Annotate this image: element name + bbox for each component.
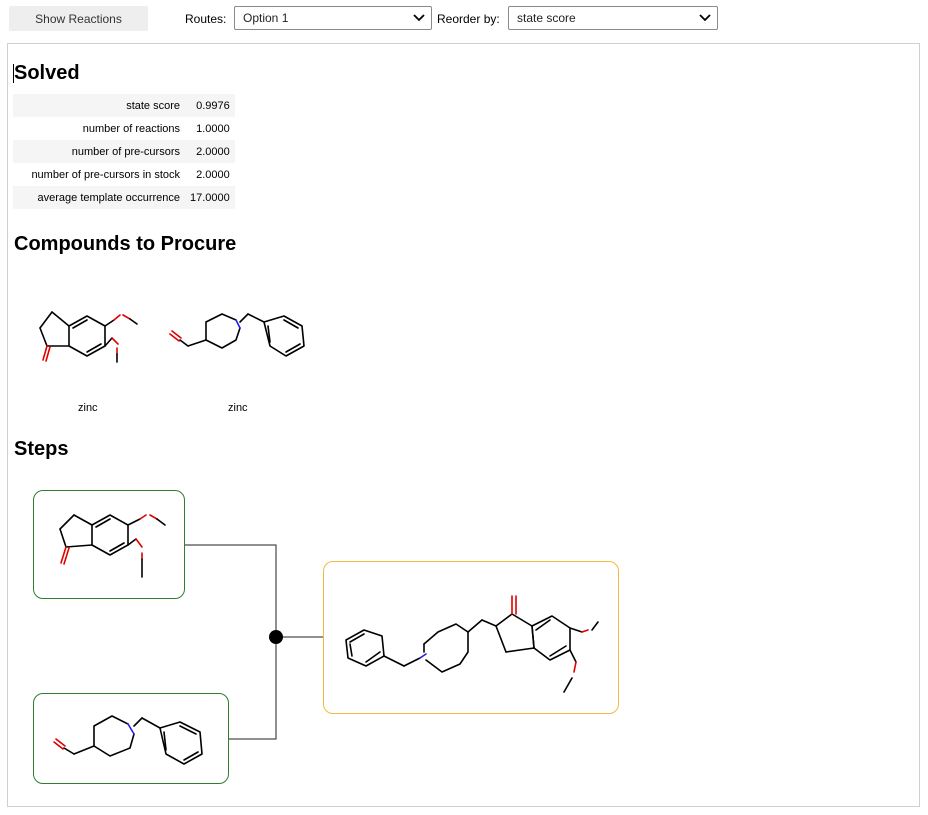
stat-value: 2.0000 xyxy=(185,140,235,163)
table-row: number of pre-cursors 2.0000 xyxy=(13,140,235,163)
routes-select-value: Option 1 xyxy=(243,11,289,25)
toolbar: Show Reactions Routes: Option 1 Reorder … xyxy=(0,0,928,40)
reorder-label: Reorder by: xyxy=(437,12,500,26)
compound-stock-label: zinc xyxy=(228,402,248,414)
stat-key: number of pre-cursors in stock xyxy=(31,168,180,181)
stat-key: state score xyxy=(13,94,185,117)
table-row: number of reactions 1.0000 xyxy=(13,117,235,140)
step-node-indanone[interactable] xyxy=(33,490,185,599)
step-node-benzylpiperidine-aldehyde[interactable] xyxy=(33,693,229,784)
chevron-down-icon xyxy=(699,14,711,22)
reorder-select-value: state score xyxy=(517,11,576,25)
table-row: average template occurrence 17.0000 xyxy=(13,186,235,209)
show-reactions-button[interactable]: Show Reactions xyxy=(9,6,148,31)
steps-heading: Steps xyxy=(14,438,69,460)
stat-value: 0.9976 xyxy=(185,94,235,117)
stat-value: 17.0000 xyxy=(185,186,235,209)
stat-value: 2.0000 xyxy=(196,168,230,181)
reorder-select[interactable]: state score xyxy=(508,6,718,30)
compound-benzylpiperidine-aldehyde xyxy=(169,313,305,357)
compound-indanone xyxy=(39,311,138,363)
stat-key: average template occurrence xyxy=(13,186,185,209)
route-stats-table: state score 0.9976 number of reactions 1.0… xyxy=(13,94,235,209)
molecule-indanone xyxy=(59,514,166,578)
chevron-down-icon xyxy=(413,14,425,22)
procure-heading: Compounds to Procure xyxy=(14,233,237,255)
molecule-target xyxy=(345,595,599,693)
table-row: number of pre-cursors in stock 2.0000 xyxy=(13,163,235,186)
molecule-benzylpiperidine-aldehyde xyxy=(53,715,203,765)
solved-heading: Solved xyxy=(14,62,80,84)
compound-stock-label: zinc xyxy=(78,402,98,414)
step-node-target[interactable] xyxy=(323,561,619,714)
stat-key: number of pre-cursors xyxy=(13,140,185,163)
routes-select[interactable]: Option 1 xyxy=(234,6,432,30)
routes-label: Routes: xyxy=(185,12,227,26)
table-row: state score 0.9976 xyxy=(13,94,235,117)
stat-key: number of reactions xyxy=(82,122,180,135)
stat-value: 1.0000 xyxy=(196,122,230,135)
